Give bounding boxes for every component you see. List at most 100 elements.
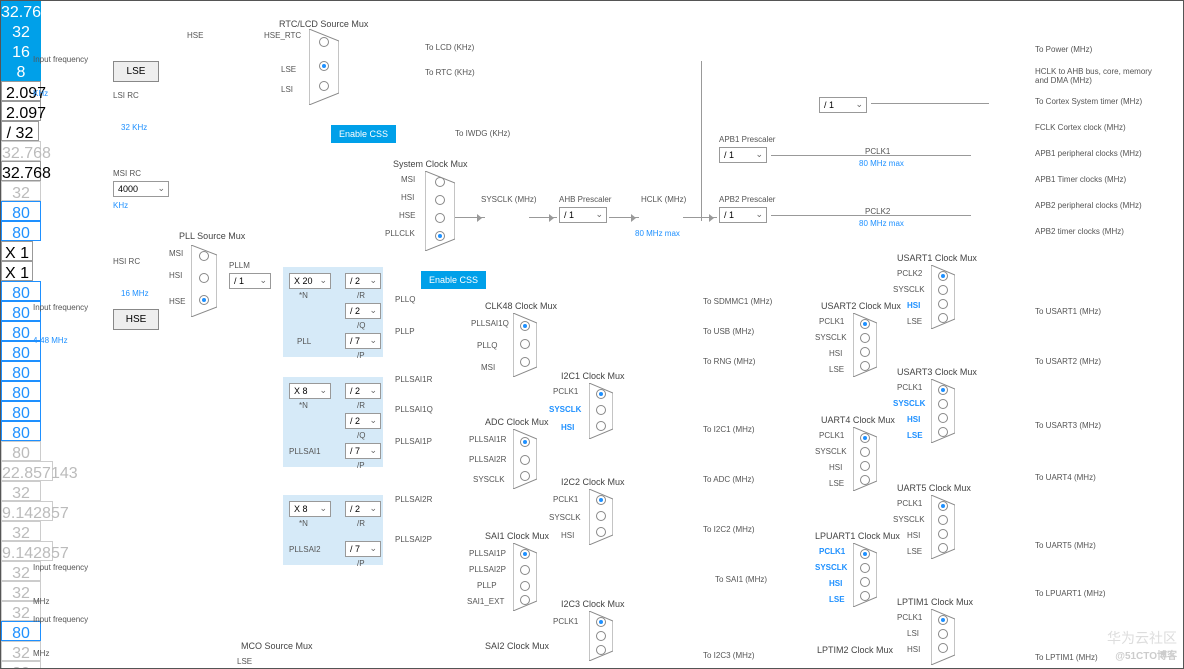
sys-hse-radio[interactable]: [435, 213, 445, 223]
usart3-mux[interactable]: [931, 379, 955, 443]
ahb-prescaler-label: AHB Prescaler: [559, 195, 611, 204]
i2c2-lbl: To I2C2 (MHz): [703, 525, 755, 534]
pllp-lbl: PLLP: [395, 327, 415, 336]
pllsai2-n[interactable]: X 8: [289, 501, 331, 517]
usart2-mux[interactable]: [853, 313, 877, 377]
uart5-mux[interactable]: [931, 495, 955, 559]
pllm-value[interactable]: / 1: [229, 273, 271, 289]
sai1-mux[interactable]: [513, 543, 537, 611]
rtc-mux-lsi-radio[interactable]: [319, 81, 329, 91]
adc-mux[interactable]: [513, 429, 537, 489]
clk48-mux[interactable]: [513, 313, 537, 377]
sys-hse-lbl: HSE: [399, 211, 415, 220]
lp1-sysclk: SYSCLK: [815, 563, 847, 572]
apb2-prescaler[interactable]: / 1: [719, 207, 767, 223]
pllsrc-mux[interactable]: [191, 245, 217, 317]
pllsai1-q-lbl: /Q: [357, 431, 365, 440]
i2c2-title: I2C2 Clock Mux: [561, 477, 625, 487]
ext2-value[interactable]: 2.097: [1, 101, 41, 121]
hsi-unit: 16 MHz: [121, 289, 149, 298]
usart1-mux[interactable]: [931, 265, 955, 329]
lptim1-mux[interactable]: [931, 609, 955, 665]
usart3-lbl: To USART3 (MHz): [1035, 421, 1101, 430]
pllsai2-p-lbl: /P: [357, 559, 365, 568]
pllsai2p-val: 9.142857: [1, 541, 53, 561]
sai1-in3: PLLP: [477, 581, 497, 590]
i2c2-in2: SYSCLK: [549, 513, 581, 522]
enable-css-rtc-button[interactable]: Enable CSS: [331, 125, 396, 143]
pllsai1-n[interactable]: X 8: [289, 383, 331, 399]
lpuart1-mux[interactable]: [853, 543, 877, 607]
pllsai1r-lbl: PLLSAI1R: [395, 375, 432, 384]
rtc-mux[interactable]: [309, 29, 339, 105]
pllsrc-hse-radio[interactable]: [199, 295, 209, 305]
i2c3-mux[interactable]: [589, 611, 613, 661]
pllsai2-r[interactable]: / 2: [345, 501, 381, 517]
adc-in3: SYSCLK: [473, 475, 505, 484]
i2c1-lbl: To I2C1 (MHz): [703, 425, 755, 434]
hclk-value[interactable]: 80: [1, 221, 41, 241]
i2c2-mux[interactable]: [589, 489, 613, 545]
hse-freq-value[interactable]: 8: [1, 61, 41, 81]
lse-freq-value[interactable]: 32.768: [1, 1, 41, 21]
pllsrc-msi-radio[interactable]: [199, 251, 209, 261]
adc-in1: PLLSAI1R: [469, 435, 506, 444]
pllsai2r-val: 32: [1, 521, 41, 541]
lse-osc: LSE: [113, 61, 159, 82]
rtc-label: To RTC (KHz): [425, 68, 475, 77]
i2c3-title: I2C3 Clock Mux: [561, 599, 625, 609]
hse-unit: 4-48 MHz: [33, 336, 68, 345]
u1-lse: LSE: [907, 317, 922, 326]
pll-p[interactable]: / 7: [345, 333, 381, 349]
out-ahb-label: HCLK to AHB bus, core, memory and DMA (M…: [1035, 67, 1155, 85]
sysclk-value[interactable]: 80: [1, 201, 41, 221]
sys-hsi-radio[interactable]: [435, 195, 445, 205]
hclk-max: 80 MHz max: [635, 229, 680, 238]
sys-pll-radio[interactable]: [435, 231, 445, 241]
mco-title: MCO Source Mux: [241, 641, 313, 651]
sai1-in2: PLLSAI2P: [469, 565, 506, 574]
pllsai1-r[interactable]: / 2: [345, 383, 381, 399]
i2c1-mux[interactable]: [589, 383, 613, 439]
rtc-mux-hse-radio[interactable]: [319, 37, 329, 47]
cortex-prescaler[interactable]: / 1: [819, 97, 867, 113]
pllsai2-p[interactable]: / 7: [345, 541, 381, 557]
pllsai1-q[interactable]: / 2: [345, 413, 381, 429]
clk48-in1: PLLSAI1Q: [471, 319, 509, 328]
pllsai1-r-lbl: /R: [357, 401, 365, 410]
sys-msi-radio[interactable]: [435, 177, 445, 187]
lpuart1-lbl: To LPUART1 (MHz): [1035, 589, 1106, 598]
sys-hsi-lbl: HSI: [401, 193, 414, 202]
apb1-prescaler[interactable]: / 1: [719, 147, 767, 163]
pll-r[interactable]: / 2: [345, 273, 381, 289]
u2-lse: LSE: [829, 365, 844, 374]
pllsai1-p[interactable]: / 7: [345, 443, 381, 459]
lptim1-lbl: To LPTIM1 (MHz): [1035, 653, 1098, 662]
apb1-label: APB1 Prescaler: [719, 135, 775, 144]
u1-pclk2: PCLK2: [897, 269, 922, 278]
hsi-rc-label: HSI RC: [113, 257, 140, 266]
uart4-mux[interactable]: [853, 427, 877, 491]
out-power-label: To Power (MHz): [1035, 45, 1092, 54]
lt1-pclk1: PCLK1: [897, 613, 922, 622]
rtc-mux-lse-radio[interactable]: [319, 61, 329, 71]
out-apb2p-label: APB2 peripheral clocks (MHz): [1035, 201, 1142, 210]
i2c1-title: I2C1 Clock Mux: [561, 371, 625, 381]
hse-rtc-lbl: HSE_RTC: [264, 31, 301, 40]
i2c2-in1: PCLK1: [553, 495, 578, 504]
msi-value[interactable]: 4000: [113, 181, 169, 197]
u3-hsi: HSI: [907, 415, 920, 424]
u3-sysclk: SYSCLK: [893, 399, 925, 408]
pll-n[interactable]: X 20: [289, 273, 331, 289]
sai1-title: SAI1 Clock Mux: [485, 531, 549, 541]
sai1-lbl: To SAI1 (MHz): [715, 575, 767, 584]
ext1-unit: MHz: [33, 597, 49, 606]
pll-q[interactable]: / 2: [345, 303, 381, 319]
usart1-lbl: To USART1 (MHz): [1035, 307, 1101, 316]
enable-css-sys-button[interactable]: Enable CSS: [421, 271, 486, 289]
ahb-prescaler[interactable]: / 1: [559, 207, 607, 223]
pllsai2-n-lbl: *N: [299, 519, 308, 528]
pll-p-lbl: /P: [357, 351, 365, 360]
sysclk-mux[interactable]: [425, 171, 455, 251]
pllsrc-hsi-radio[interactable]: [199, 273, 209, 283]
